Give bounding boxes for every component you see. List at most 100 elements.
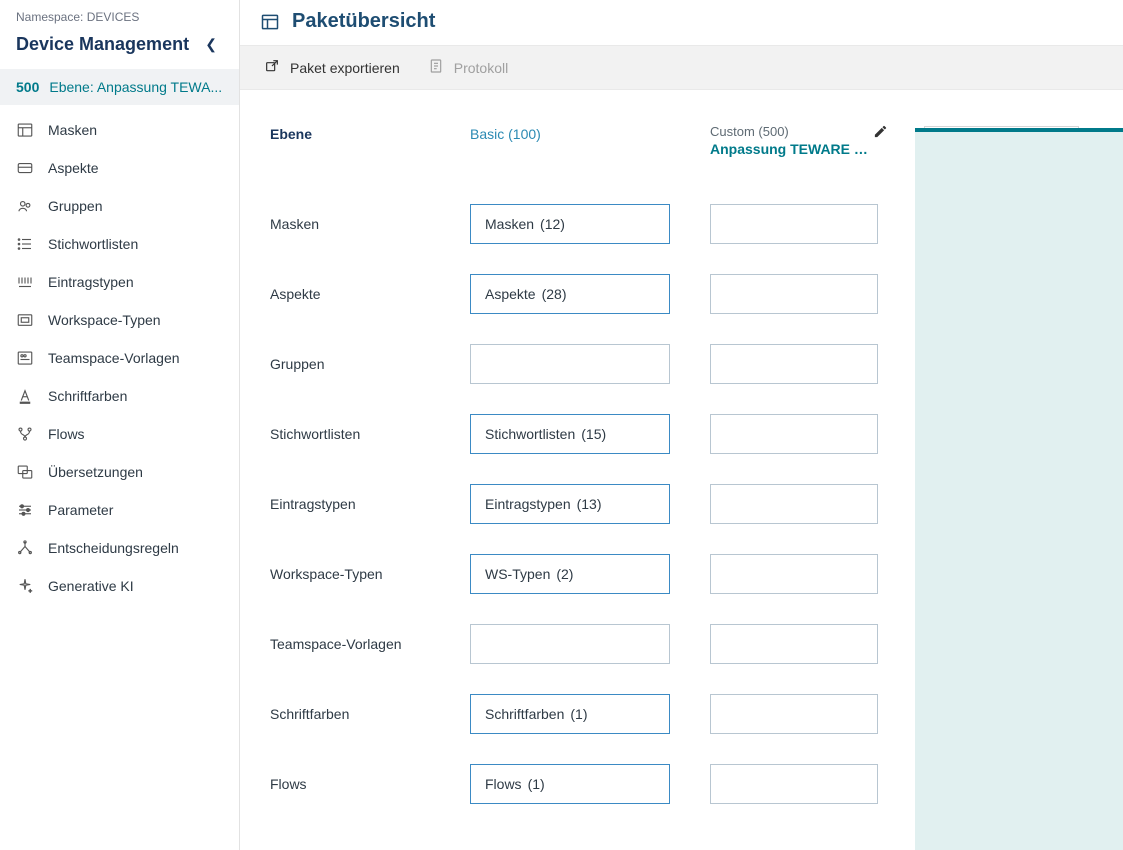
custom-cell-aspekte[interactable]	[710, 274, 878, 314]
custom-column-title: Anpassung TEWARE INH…	[710, 141, 870, 157]
table-icon	[16, 121, 34, 139]
sidebar-item-schriftfarben[interactable]: Schriftfarben	[0, 377, 239, 415]
row-label: Flows	[270, 776, 450, 792]
sidebar-item-generative-ki[interactable]: Generative KI	[0, 567, 239, 605]
cell-count: (15)	[581, 426, 606, 442]
sidebar-item-parameter[interactable]: Parameter	[0, 491, 239, 529]
collapse-sidebar-button[interactable]: ❮	[199, 34, 223, 55]
sidebar-item-label: Eintragstypen	[48, 274, 134, 290]
export-label: Paket exportieren	[290, 60, 400, 76]
sidebar-item-eintragstypen[interactable]: Eintragstypen	[0, 263, 239, 301]
cell-count: (1)	[570, 706, 587, 722]
sidebar-item-label: Teamspace-Vorlagen	[48, 350, 180, 366]
custom-cell-eintragstypen[interactable]	[710, 484, 878, 524]
sidebar-item-label: Workspace-Typen	[48, 312, 161, 328]
basic-cell-schriftfarben[interactable]: Schriftfarben (1)	[470, 694, 670, 734]
column-header-custom[interactable]: Custom (500) Anpassung TEWARE INH…	[690, 114, 900, 174]
row-label: Gruppen	[270, 356, 450, 372]
basic-cell-gruppen[interactable]	[470, 344, 670, 384]
edit-custom-column-button[interactable]	[873, 124, 888, 142]
custom-cell-gruppen[interactable]	[710, 344, 878, 384]
sidebar-item-aspekte[interactable]: Aspekte	[0, 149, 239, 187]
sidebar-item-teamspace-vorlagen[interactable]: Teamspace-Vorlagen	[0, 339, 239, 377]
namespace-label: Namespace: DEVICES	[0, 0, 239, 30]
sidebar-item-workspace-typen[interactable]: Workspace-Typen	[0, 301, 239, 339]
sliders-icon	[16, 501, 34, 519]
workspace-icon	[16, 311, 34, 329]
cell-label: Masken	[485, 216, 534, 232]
custom-cell-workspace-typen[interactable]	[710, 554, 878, 594]
custom-cell-schriftfarben[interactable]	[710, 694, 878, 734]
custom-cell-flows[interactable]	[710, 764, 878, 804]
export-package-button[interactable]: Paket exportieren	[264, 58, 400, 77]
basic-cell-masken[interactable]: Masken (12)	[470, 204, 670, 244]
cell-label: Flows	[485, 776, 522, 792]
sidebar-item-uebersetzungen[interactable]: Übersetzungen	[0, 453, 239, 491]
row-label: Workspace-Typen	[270, 566, 450, 582]
export-icon	[264, 58, 280, 77]
sidebar-item-label: Übersetzungen	[48, 464, 143, 480]
cell-label: WS-Typen	[485, 566, 550, 582]
sidebar-item-stichwortlisten[interactable]: Stichwortlisten	[0, 225, 239, 263]
translate-icon	[16, 463, 34, 481]
basic-cell-teamspace-vorlagen[interactable]	[470, 624, 670, 664]
basic-cell-eintragstypen[interactable]: Eintragstypen (13)	[470, 484, 670, 524]
custom-cell-masken[interactable]	[710, 204, 878, 244]
protocol-button[interactable]: Protokoll	[428, 58, 508, 77]
row-label: Masken	[270, 216, 450, 232]
sidebar-item-gruppen[interactable]: Gruppen	[0, 187, 239, 225]
sidebar-item-label: Parameter	[48, 502, 113, 518]
sidebar: Namespace: DEVICES Device Management ❮ 5…	[0, 0, 240, 850]
page-title: Paketübersicht	[292, 10, 435, 33]
sidebar-item-label: Flows	[48, 426, 85, 442]
sidebar-item-label: Entscheidungsregeln	[48, 540, 179, 556]
sidebar-item-masken[interactable]: Masken	[0, 111, 239, 149]
users-icon	[16, 197, 34, 215]
cell-label: Eintragstypen	[485, 496, 571, 512]
flow-icon	[16, 425, 34, 443]
cell-count: (28)	[542, 286, 567, 302]
row-label: Stichwortlisten	[270, 426, 450, 442]
row-label: Eintragstypen	[270, 496, 450, 512]
row-label: Schriftfarben	[270, 706, 450, 722]
list-icon	[16, 235, 34, 253]
cell-count: (1)	[528, 776, 545, 792]
sidebar-level-banner[interactable]: 500 Ebene: Anpassung TEWA...	[0, 69, 239, 105]
basic-cell-aspekte[interactable]: Aspekte (28)	[470, 274, 670, 314]
custom-cell-teamspace-vorlagen[interactable]	[710, 624, 878, 664]
page-header: Paketübersicht	[240, 0, 1123, 45]
sidebar-item-label: Generative KI	[48, 578, 134, 594]
font-color-icon	[16, 387, 34, 405]
sidebar-title: Device Management	[16, 34, 189, 55]
level-number: 500	[16, 79, 39, 95]
level-label: Ebene: Anpassung TEWA...	[49, 79, 223, 95]
package-overview-icon	[260, 12, 280, 32]
protocol-icon	[428, 58, 444, 77]
cell-count: (12)	[540, 216, 565, 232]
overview-grid: Ebene Basic (100) Custom (500) Anpassung…	[270, 114, 900, 804]
cell-label: Aspekte	[485, 286, 536, 302]
sidebar-item-entscheidungsregeln[interactable]: Entscheidungsregeln	[0, 529, 239, 567]
sparkle-icon	[16, 577, 34, 595]
decision-icon	[16, 539, 34, 557]
row-label: Teamspace-Vorlagen	[270, 636, 450, 652]
column-header-ebene: Ebene	[270, 114, 450, 160]
template-icon	[16, 349, 34, 367]
basic-cell-workspace-typen[interactable]: WS-Typen (2)	[470, 554, 670, 594]
sidebar-item-label: Schriftfarben	[48, 388, 127, 404]
row-label: Aspekte	[270, 286, 450, 302]
sidebar-item-flows[interactable]: Flows	[0, 415, 239, 453]
basic-cell-stichwortlisten[interactable]: Stichwortlisten (15)	[470, 414, 670, 454]
cell-count: (13)	[577, 496, 602, 512]
custom-cell-stichwortlisten[interactable]	[710, 414, 878, 454]
sidebar-nav: Masken Aspekte Gruppen Stichwortlisten	[0, 105, 239, 605]
sidebar-item-label: Aspekte	[48, 160, 99, 176]
chevron-left-icon: ❮	[205, 36, 217, 52]
barcode-icon	[16, 273, 34, 291]
column-header-basic[interactable]: Basic (100)	[470, 114, 670, 160]
protocol-label: Protokoll	[454, 60, 508, 76]
custom-column-sub: Custom (500)	[710, 124, 886, 139]
sidebar-item-label: Gruppen	[48, 198, 102, 214]
toolbar: Paket exportieren Protokoll	[240, 45, 1123, 90]
basic-cell-flows[interactable]: Flows (1)	[470, 764, 670, 804]
